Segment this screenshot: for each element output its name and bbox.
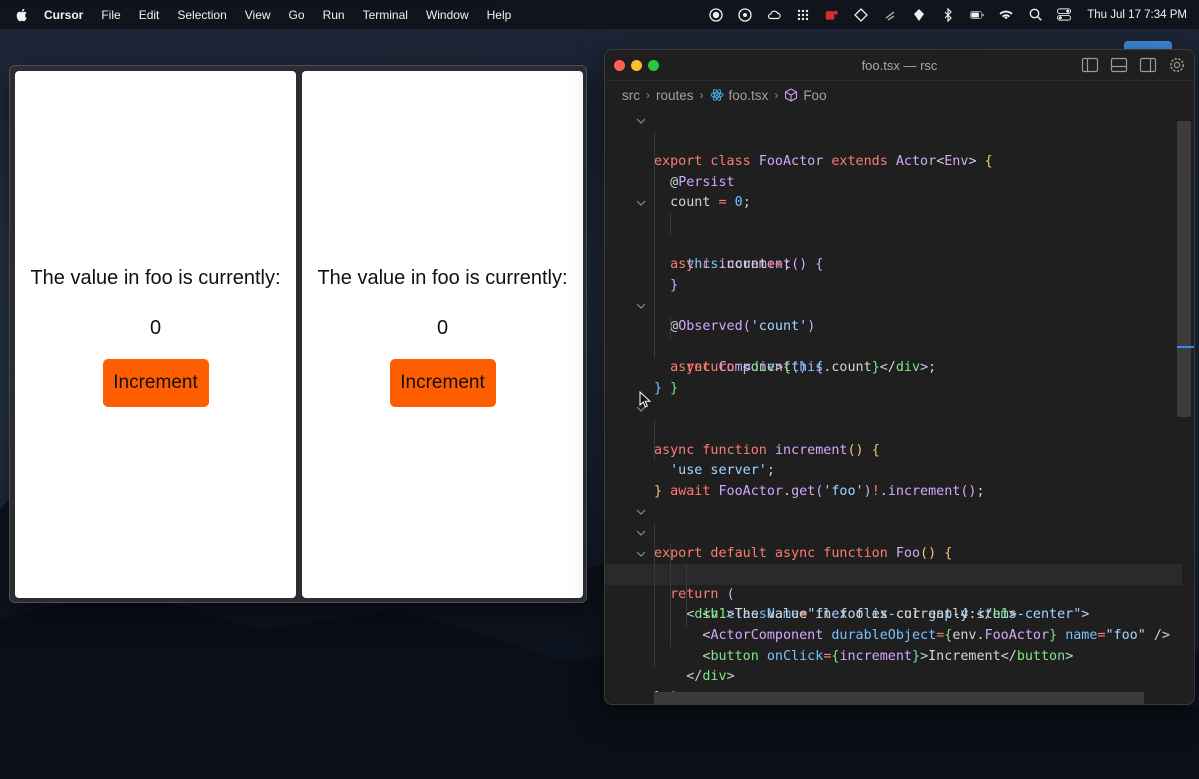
code-line[interactable]: await FooActor.get('foo')!.increment(); (605, 440, 1182, 499)
code-line-current[interactable]: <h1>The value in foo is currently:</h1> (605, 564, 1182, 622)
menu-file[interactable]: File (101, 8, 120, 22)
code-line[interactable]: </div> (605, 626, 1182, 684)
status-area: Thu Jul 17 7:34 PM (694, 0, 1187, 29)
search-icon[interactable] (1028, 8, 1042, 22)
grid-icon[interactable] (796, 8, 810, 22)
screen-record-icon[interactable] (738, 7, 752, 22)
pane-heading: The value in foo is currently: (30, 267, 281, 289)
menubar-clock[interactable]: Thu Jul 17 7:34 PM (1087, 9, 1187, 21)
breadcrumb: src › routes › foo.tsx › Foo (605, 81, 1194, 109)
browser-preview-window: The value in foo is currently: 0 Increme… (9, 65, 587, 603)
increment-button[interactable]: Increment (102, 359, 209, 407)
menu-view[interactable]: View (245, 8, 271, 22)
code-line[interactable]: } (605, 667, 1182, 704)
menu-app-name[interactable]: Cursor (44, 8, 83, 22)
layout-controls (1070, 56, 1186, 74)
breadcrumb-file[interactable]: foo.tsx (729, 88, 769, 103)
horizontal-scrollbar[interactable] (654, 692, 1144, 704)
code-line[interactable]: @Persist (605, 131, 1182, 190)
code-line[interactable]: } (605, 337, 1182, 396)
scroll-position-marker (1177, 346, 1194, 348)
fold-chevron-icon[interactable] (635, 193, 647, 213)
bluetooth-icon[interactable] (941, 7, 955, 22)
menu-go[interactable]: Go (289, 8, 305, 22)
count-value: 0 (436, 317, 449, 339)
cloud-icon[interactable] (767, 8, 781, 22)
menu-bar: Cursor File Edit Selection View Go Run T… (0, 0, 1199, 29)
chevron-right-icon: › (774, 88, 779, 102)
code-line[interactable] (605, 482, 1182, 503)
breadcrumb-routes[interactable]: routes (656, 88, 694, 103)
control-center-icon[interactable] (1057, 8, 1072, 22)
code-line[interactable] (605, 255, 1182, 276)
menu-run[interactable]: Run (323, 8, 345, 22)
code-line[interactable]: @Observed('count') (605, 275, 1182, 334)
code-area[interactable]: export class FooActor extends Actor<Env>… (605, 109, 1194, 704)
extension-red-icon[interactable] (825, 8, 839, 22)
pane-heading: The value in foo is currently: (317, 267, 568, 289)
code-line[interactable]: return ( (605, 523, 1182, 602)
code-line[interactable]: <ActorComponent durableObject={env.FooAc… (605, 584, 1182, 643)
toggle-panel-icon[interactable] (1110, 56, 1128, 74)
apple-menu-icon[interactable] (14, 7, 30, 23)
code-line[interactable]: this.count++; (605, 214, 1182, 272)
menu-terminal[interactable]: Terminal (363, 8, 408, 22)
editor-titlebar: foo.tsx — rsc (605, 50, 1194, 81)
menu-selection[interactable]: Selection (177, 8, 226, 22)
code-line[interactable]: <button onClick={increment}>Increment</b… (605, 605, 1182, 664)
record-icon[interactable] (709, 7, 723, 22)
cube-symbol-icon (784, 88, 798, 102)
breadcrumb-symbol[interactable]: Foo (803, 88, 826, 103)
code-line[interactable]: <div className="flex flex-col gap-4 item… (605, 543, 1182, 622)
code-editor-window: foo.tsx — rsc src › routes › foo.tsx › F… (604, 49, 1195, 705)
fold-chevron-icon[interactable] (635, 296, 647, 316)
count-value: 0 (149, 317, 162, 339)
toggle-secondary-sidebar-icon[interactable] (1139, 56, 1157, 74)
code-line[interactable]: } (605, 358, 1182, 396)
fold-chevron-icon[interactable] (635, 523, 647, 543)
code-line[interactable]: } (605, 461, 1182, 499)
stripe-icon[interactable] (883, 8, 897, 22)
preview-pane-right: The value in foo is currently: 0 Increme… (302, 71, 583, 598)
code-line[interactable]: async increment() { (605, 193, 1182, 272)
menu-window[interactable]: Window (426, 8, 469, 22)
code-line[interactable] (605, 172, 1182, 194)
diamond-icon[interactable] (854, 7, 869, 22)
fold-chevron-icon[interactable] (635, 502, 647, 522)
breadcrumb-src[interactable]: src (622, 88, 640, 103)
battery-icon[interactable] (970, 8, 984, 22)
increment-button[interactable]: Increment (389, 359, 496, 407)
toggle-primary-sidebar-icon[interactable] (1081, 56, 1099, 74)
preview-pane-left: The value in foo is currently: 0 Increme… (15, 71, 296, 598)
code-line[interactable]: async function increment() { (605, 399, 1182, 458)
settings-gear-icon[interactable] (1168, 56, 1186, 74)
code-line[interactable]: async Component() { (605, 296, 1182, 375)
focus-icon[interactable] (912, 8, 926, 22)
code-line[interactable]: export class FooActor extends Actor<Env>… (605, 111, 1182, 169)
wifi-icon[interactable] (999, 8, 1013, 22)
react-file-icon (710, 88, 724, 102)
code-line[interactable]: } (605, 234, 1182, 293)
code-line[interactable]: count = 0; (605, 152, 1182, 210)
code-line[interactable]: ); (605, 646, 1182, 704)
chevron-right-icon: › (646, 88, 650, 102)
code-line[interactable] (605, 379, 1182, 400)
mouse-cursor-icon (639, 391, 651, 408)
fold-chevron-icon[interactable] (635, 544, 647, 564)
menu-help[interactable]: Help (487, 8, 512, 22)
menu-edit[interactable]: Edit (139, 8, 160, 22)
code-line[interactable]: return <div>{this.count}</div>; (605, 317, 1182, 375)
code-line[interactable]: export default async function Foo() { (605, 502, 1182, 561)
fold-chevron-icon[interactable] (635, 111, 647, 131)
code-line[interactable]: 'use server'; (605, 420, 1182, 478)
chevron-right-icon: › (699, 88, 704, 102)
vertical-scrollbar[interactable] (1177, 121, 1191, 417)
